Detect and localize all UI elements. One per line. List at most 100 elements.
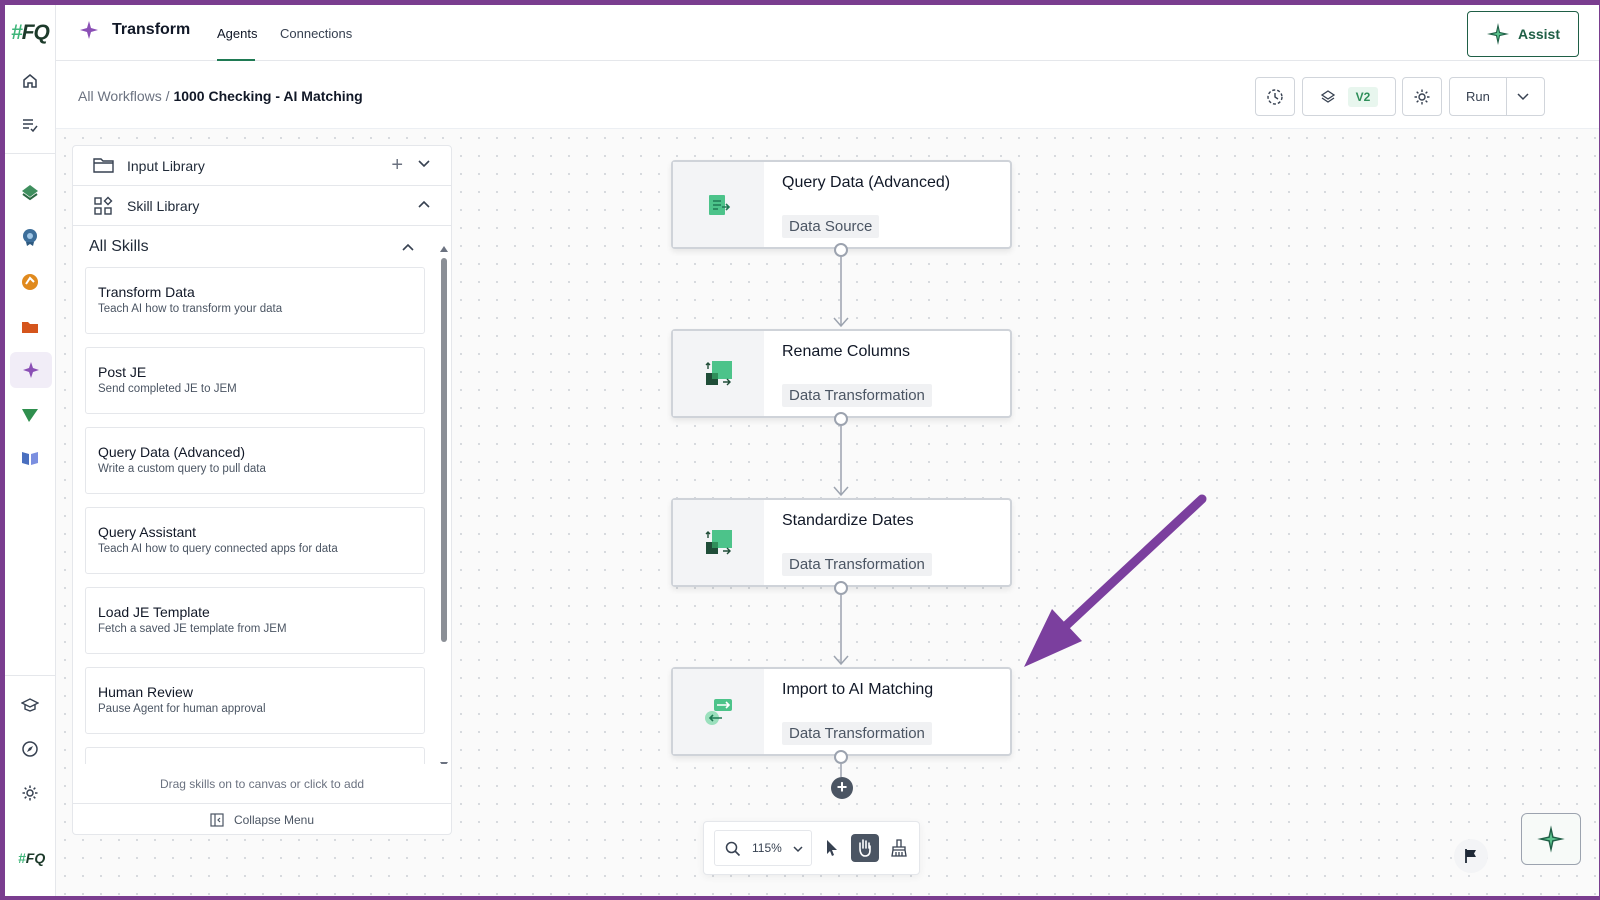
- zoom-chevron-down-icon[interactable]: [792, 844, 804, 854]
- version-badge: V2: [1347, 86, 1379, 107]
- breadcrumb-current: 1000 Checking - AI Matching: [173, 88, 363, 104]
- skill-library-header[interactable]: Skill Library: [73, 186, 451, 226]
- assist-floating-button[interactable]: [1521, 813, 1581, 865]
- gear-icon: [1414, 89, 1430, 104]
- skill-card-query-data-advanced[interactable]: Query Data (Advanced) Write a custom que…: [85, 427, 425, 494]
- skill-list-scrollbar[interactable]: [441, 258, 447, 642]
- version-button[interactable]: V2: [1302, 77, 1396, 116]
- breadcrumb-bar: All Workflows / 1000 Checking - AI Match…: [56, 61, 1599, 129]
- node-type-tag: Data Transformation: [782, 722, 932, 745]
- collapse-menu-button[interactable]: Collapse Menu: [73, 803, 451, 834]
- all-skills-label[interactable]: All Skills: [89, 238, 149, 256]
- run-button[interactable]: Run: [1466, 89, 1490, 104]
- library-panel: Input Library + Skill Library All Skills…: [72, 145, 452, 835]
- workflow-node-standardize-dates[interactable]: Standardize Dates Data Transformation: [671, 498, 1012, 587]
- skill-card-post-je[interactable]: Post JE Send completed JE to JEM: [85, 347, 425, 414]
- book-app-icon[interactable]: [18, 446, 42, 470]
- workflow-settings-button[interactable]: [1402, 77, 1442, 116]
- node-output-port[interactable]: [834, 581, 848, 595]
- history-clock-icon: [1267, 88, 1283, 105]
- layers-app-icon[interactable]: [18, 181, 42, 205]
- hand-pan-tool[interactable]: [851, 834, 879, 862]
- learn-icon[interactable]: [18, 693, 42, 717]
- zoom-level: 115%: [752, 841, 782, 855]
- folder-app-icon[interactable]: [18, 315, 42, 339]
- skill-title: Load JE Template: [98, 604, 210, 620]
- skill-description: Teach AI how to transform your data: [98, 303, 283, 315]
- input-library-header[interactable]: Input Library +: [73, 146, 451, 186]
- tab-agents[interactable]: Agents: [217, 26, 257, 41]
- skill-description: Fetch a saved JE template from JEM: [98, 623, 287, 635]
- skill-description: Teach AI how to query connected apps for…: [98, 543, 338, 555]
- chevron-up-icon[interactable]: [417, 198, 431, 210]
- skill-card-human-review[interactable]: Human Review Pause Agent for human appro…: [85, 667, 425, 734]
- flag-icon: [1465, 849, 1476, 863]
- send-app-icon[interactable]: [18, 403, 42, 427]
- app-logo[interactable]: #FQ: [11, 21, 50, 45]
- drag-hint: Drag skills on to canvas or click to add: [73, 764, 451, 804]
- skill-title: Post JE: [98, 364, 147, 380]
- run-button-group: Run: [1449, 77, 1545, 116]
- folder-icon: [93, 158, 114, 173]
- badge-app-icon[interactable]: [18, 225, 42, 249]
- breadcrumb-parent[interactable]: All Workflows: [78, 88, 162, 104]
- pointer-cursor-icon: [827, 840, 837, 856]
- app-title: Transform: [112, 21, 191, 38]
- assist-sparkle-icon: [1537, 825, 1565, 853]
- home-icon[interactable]: [18, 69, 42, 93]
- pointer-tool[interactable]: [818, 834, 846, 862]
- skill-description: Send completed JE to JEM: [98, 383, 237, 395]
- node-title: Import to AI Matching: [782, 681, 934, 698]
- brand: Transform: [78, 19, 190, 41]
- skill-card-transform-data[interactable]: Transform Data Teach AI how to transform…: [85, 267, 425, 334]
- node-title: Rename Columns: [782, 343, 911, 360]
- input-library-label: Input Library: [127, 158, 205, 174]
- skill-description: Pause Agent for human approval: [98, 703, 266, 715]
- skill-title: Query Assistant: [98, 524, 197, 540]
- all-skills-chevron-up-icon[interactable]: [401, 241, 415, 253]
- top-bar: Transform Agents Connections Assist: [56, 5, 1599, 61]
- node-type-tag: Data Source: [782, 215, 880, 238]
- app-window: #FQ #FQ Transform Agents Connections Ass…: [5, 5, 1599, 896]
- collapse-panel-icon: [210, 812, 224, 827]
- skill-card-load-je-template[interactable]: Load JE Template Fetch a saved JE templa…: [85, 587, 425, 654]
- run-options-chevron-icon[interactable]: [1516, 91, 1530, 103]
- breadcrumb-separator: /: [165, 88, 170, 104]
- grid-shapes-icon: [94, 196, 113, 215]
- node-output-port[interactable]: [834, 750, 848, 764]
- skill-card-query-assistant[interactable]: Query Assistant Teach AI how to query co…: [85, 507, 425, 574]
- sync-app-icon[interactable]: [18, 270, 42, 294]
- skill-title: Human Review: [98, 684, 193, 700]
- skill-title: Query Data (Advanced): [98, 444, 246, 460]
- footer-logo: #FQ: [18, 850, 46, 866]
- clear-tool[interactable]: [885, 834, 913, 862]
- workflow-node-import-ai-matching[interactable]: Import to AI Matching Data Transformatio…: [671, 667, 1012, 756]
- add-input-icon[interactable]: +: [391, 155, 403, 175]
- skill-title: Transform Data: [98, 284, 195, 300]
- node-output-port[interactable]: [834, 243, 848, 257]
- canvas-toolbar: 115%: [703, 821, 920, 875]
- add-node-button[interactable]: +: [831, 777, 853, 799]
- zoom-control[interactable]: 115%: [714, 830, 812, 866]
- transform-app-icon[interactable]: [10, 352, 52, 388]
- search-zoom-icon: [725, 841, 741, 857]
- assist-button[interactable]: Assist: [1467, 11, 1579, 57]
- broom-icon: [891, 839, 907, 857]
- document-icon: [708, 194, 730, 215]
- breadcrumb: All Workflows / 1000 Checking - AI Match…: [78, 88, 363, 104]
- history-button[interactable]: [1255, 77, 1295, 116]
- chevron-down-icon[interactable]: [417, 158, 431, 170]
- tasks-list-icon[interactable]: [18, 113, 42, 137]
- compass-icon[interactable]: [18, 737, 42, 761]
- settings-gear-icon[interactable]: [18, 781, 42, 805]
- scroll-up-arrow[interactable]: [440, 246, 448, 252]
- collapse-menu-label: Collapse Menu: [233, 812, 315, 827]
- table-transform-icon: [705, 529, 732, 554]
- workflow-node-rename-columns[interactable]: Rename Columns Data Transformation: [671, 329, 1012, 418]
- node-output-port[interactable]: [834, 412, 848, 426]
- hand-pan-icon: [859, 839, 871, 857]
- workflow-node-query-data[interactable]: Query Data (Advanced) Data Source: [671, 160, 1012, 249]
- tab-connections[interactable]: Connections: [280, 26, 352, 41]
- workflow-canvas[interactable]: Input Library + Skill Library All Skills…: [56, 129, 1599, 896]
- feedback-flag-button[interactable]: [1454, 839, 1488, 873]
